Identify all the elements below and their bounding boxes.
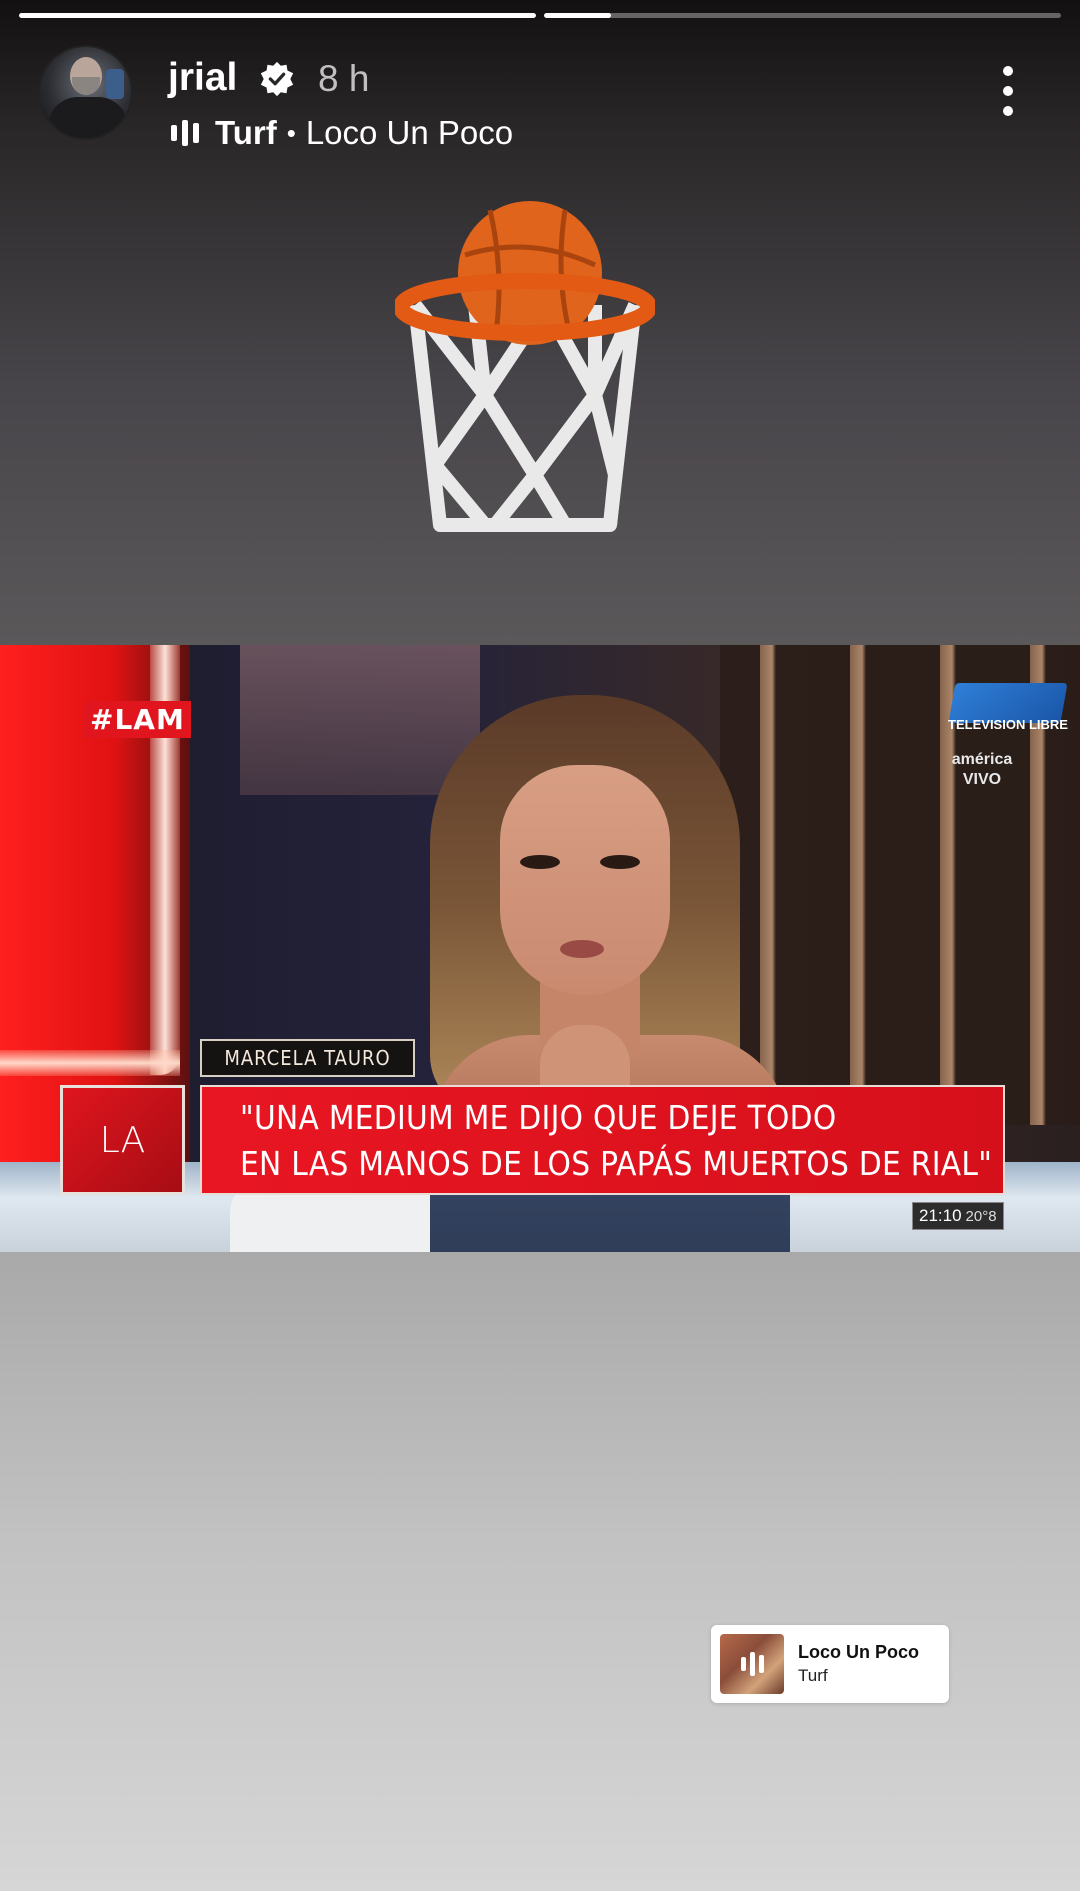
network-name: américa [951,751,1013,768]
music-sticker-artist: Turf [798,1666,828,1685]
studio-neon-light-horizontal [0,1050,180,1076]
tv-screenshot[interactable]: #LAM TELEVISION LIBRE américa VIVO MARCE… [0,645,1080,1252]
music-attribution[interactable]: Turf • Loco Un Poco [171,114,513,152]
story-bottom-background [0,1252,1080,1891]
tv-clock: 21:10 20°8 [912,1202,1004,1230]
username[interactable]: jrial [168,56,237,100]
story-progress-segment-1 [19,13,536,18]
verified-badge-icon [260,61,294,97]
post-time: 8 h [318,58,370,99]
network-live: VIVO [962,771,1002,788]
clock-time: 21:10 [919,1206,962,1225]
quote-line-1: "UNA MEDIUM ME DIJO QUE DEJE TODO [240,1098,837,1137]
basketball-hoop-sticker[interactable] [395,195,655,555]
avatar[interactable] [38,45,133,140]
music-artist: Turf [215,114,277,151]
music-sticker-title: Loco Un Poco [798,1642,919,1662]
album-cover [720,1634,784,1694]
music-title: Loco Un Poco [305,114,514,151]
quote-banner: "UNA MEDIUM ME DIJO QUE DEJE TODO EN LAS… [200,1085,1005,1195]
quote-line-2: EN LAS MANOS DE LOS PAPÁS MUERTOS DE RIA… [240,1144,993,1183]
show-logo: LA [60,1085,185,1195]
channel-logo-text: TELEVISION LIBRE [948,717,1068,732]
music-sticker[interactable]: Loco Un Poco Turf [711,1625,949,1703]
network-logo: américa VIVO [942,750,1022,790]
story-progress-bar [19,13,1061,18]
channel-logo: TELEVISION LIBRE [948,675,1068,755]
audio-bars-icon [171,119,199,147]
story-progress-segment-2 [544,13,1061,18]
clock-temperature: 20°8 [965,1208,997,1225]
hashtag-label: #LAM [84,701,191,738]
guest-name-plate: MARCELA TAURO [200,1039,415,1077]
audio-bars-icon [740,1651,764,1677]
more-options-icon[interactable] [996,66,1020,116]
music-separator: • [286,117,296,148]
